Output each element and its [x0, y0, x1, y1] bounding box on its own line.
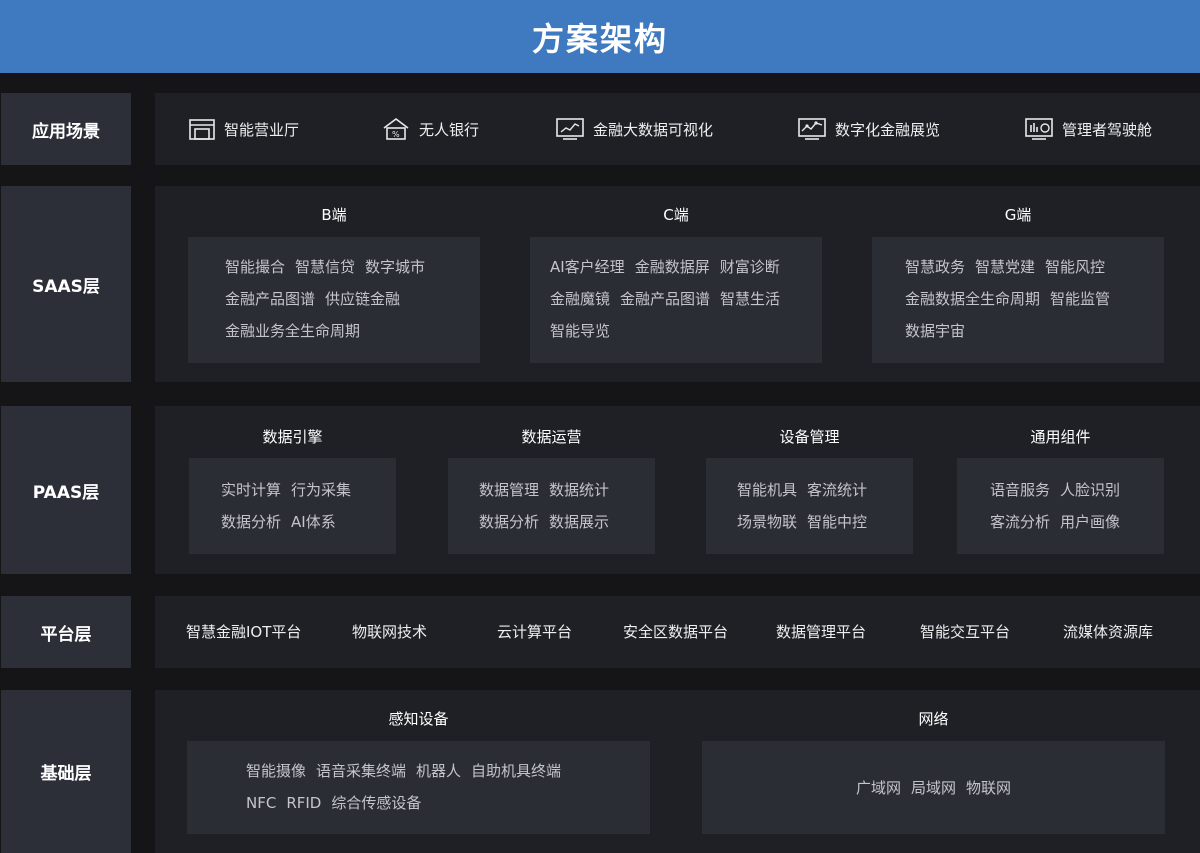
bank-house-icon: % [383, 118, 409, 140]
paas-group-title: 数据运营 [521, 428, 582, 446]
base-item[interactable]: 广域网 [856, 779, 901, 797]
paas-item[interactable]: 数据分析 [221, 513, 281, 531]
saas-b-item[interactable]: 智慧信贷 [295, 258, 355, 276]
platform-item[interactable]: 流媒体资源库 [1063, 596, 1153, 668]
page-header: 方案架构 [0, 0, 1200, 73]
paas-group-title: 数据引擎 [262, 428, 323, 446]
base-panel: 感知设备 智能摄像 语音采集终端 机器人 自助机具终端 NFC RFID 综合传感设备 网… [155, 690, 1200, 853]
paas-item[interactable]: 客流统计 [807, 481, 867, 499]
saas-c-item[interactable]: 财富诊断 [720, 258, 780, 276]
layer-label-app: 应用场景 [1, 93, 131, 165]
paas-item[interactable]: 用户画像 [1060, 513, 1120, 531]
paas-item[interactable]: 数据统计 [549, 481, 609, 499]
saas-c-item[interactable]: 智慧生活 [720, 290, 780, 308]
saas-group-title: G端 [1004, 206, 1032, 224]
dashboard-icon [1025, 118, 1053, 140]
platform-item[interactable]: 智慧金融IOT平台 [186, 596, 301, 668]
base-item[interactable]: 物联网 [966, 779, 1011, 797]
screen-graph-icon [798, 118, 826, 140]
paas-item[interactable]: 场景物联 [737, 513, 797, 531]
platform-panel: 智慧金融IOT平台 物联网技术 云计算平台 安全区数据平台 数据管理平台 智能交… [155, 596, 1200, 668]
storefront-icon [189, 119, 215, 140]
base-item[interactable]: 自助机具终端 [471, 762, 561, 780]
base-item[interactable]: 语音采集终端 [316, 762, 406, 780]
platform-item[interactable]: 云计算平台 [497, 596, 572, 668]
saas-b-item[interactable]: 智能撮合 [225, 258, 285, 276]
app-item-cockpit[interactable]: 管理者驾驶舱 [1024, 93, 1152, 165]
app-item-label: 智能营业厅 [224, 120, 300, 139]
saas-b-item[interactable]: 数字城市 [365, 258, 425, 276]
layer-label-saas: SAAS层 [1, 186, 131, 382]
saas-b-item[interactable]: 金融业务全生命周期 [225, 322, 360, 340]
saas-c-item[interactable]: 金融数据屏 [635, 258, 710, 276]
platform-item[interactable]: 安全区数据平台 [623, 596, 728, 668]
base-group-title: 感知设备 [388, 710, 449, 728]
saas-g-item[interactable]: 智慧党建 [975, 258, 1035, 276]
paas-group-box-ops: 数据管理 数据统计 数据分析 数据展示 [448, 458, 655, 554]
paas-item[interactable]: 数据展示 [549, 513, 609, 531]
saas-c-item[interactable]: 金融产品图谱 [620, 290, 710, 308]
base-group-title: 网络 [918, 710, 949, 728]
saas-g-item[interactable]: 数据宇宙 [905, 322, 965, 340]
saas-g-item[interactable]: 智能风控 [1045, 258, 1105, 276]
base-item[interactable]: NFC [246, 794, 276, 812]
saas-c-item[interactable]: 金融魔镜 [550, 290, 610, 308]
platform-item[interactable]: 智能交互平台 [920, 596, 1010, 668]
svg-text:%: % [392, 130, 400, 139]
saas-b-item[interactable]: 金融产品图谱 [225, 290, 315, 308]
app-item-label: 管理者驾驶舱 [1062, 120, 1153, 139]
paas-item[interactable]: 行为采集 [291, 481, 351, 499]
platform-item[interactable]: 数据管理平台 [776, 596, 866, 668]
app-item-bigdata-viz[interactable]: 金融大数据可视化 [555, 93, 713, 165]
saas-g-item[interactable]: 智能监管 [1050, 290, 1110, 308]
app-item-label: 数字化金融展览 [835, 120, 941, 139]
saas-g-item[interactable]: 金融数据全生命周期 [905, 290, 1040, 308]
base-group-box-sensing: 智能摄像 语音采集终端 机器人 自助机具终端 NFC RFID 综合传感设备 [187, 741, 650, 834]
base-item[interactable]: 机器人 [416, 762, 461, 780]
saas-group-box-g: 智慧政务 智慧党建 智能风控 金融数据全生命周期 智能监管 数据宇宙 [872, 237, 1164, 363]
chart-monitor-icon [556, 118, 584, 140]
saas-b-item[interactable]: 供应链金融 [325, 290, 400, 308]
page-title: 方案架构 [531, 19, 668, 58]
paas-group-box-device: 智能机具 客流统计 场景物联 智能中控 [706, 458, 913, 554]
saas-group-title: C端 [663, 206, 689, 224]
paas-item[interactable]: 人脸识别 [1060, 481, 1120, 499]
layer-label-platform: 平台层 [1, 596, 131, 668]
app-item-digital-exhibit[interactable]: 数字化金融展览 [797, 93, 940, 165]
paas-item[interactable]: 智能机具 [737, 481, 797, 499]
paas-item[interactable]: 语音服务 [990, 481, 1050, 499]
app-item-label: 无人银行 [419, 120, 480, 139]
paas-item[interactable]: 客流分析 [990, 513, 1050, 531]
paas-group-box-components: 语音服务 人脸识别 客流分析 用户画像 [957, 458, 1164, 554]
saas-c-item[interactable]: AI客户经理 [550, 258, 625, 276]
paas-group-title: 通用组件 [1030, 428, 1091, 446]
paas-item[interactable]: 数据管理 [479, 481, 539, 499]
paas-item[interactable]: 数据分析 [479, 513, 539, 531]
app-item-unmanned-bank[interactable]: % 无人银行 [381, 93, 479, 165]
paas-group-box-engine: 实时计算 行为采集 数据分析 AI体系 [189, 458, 396, 554]
base-item[interactable]: 智能摄像 [246, 762, 306, 780]
app-item-smart-hall[interactable]: 智能营业厅 [188, 93, 299, 165]
saas-panel: B端 智能撮合 智慧信贷 数字城市 金融产品图谱 供应链金融 金融业务全生命周期 C端… [155, 186, 1200, 382]
paas-panel: 数据引擎 实时计算 行为采集 数据分析 AI体系 数据运营 数据管理 数据统计 数据分… [155, 406, 1200, 574]
paas-item[interactable]: 实时计算 [221, 481, 281, 499]
paas-item[interactable]: 智能中控 [807, 513, 867, 531]
base-item[interactable]: 局域网 [911, 779, 956, 797]
base-item[interactable]: 综合传感设备 [331, 794, 421, 812]
app-item-label: 金融大数据可视化 [593, 120, 714, 139]
app-panel: 智能营业厅 % 无人银行 金融大数据可视化 数字化金融展览 管理者驾驶舱 [155, 93, 1200, 165]
base-item[interactable]: RFID [286, 794, 321, 812]
paas-group-title: 设备管理 [779, 428, 840, 446]
saas-g-item[interactable]: 智慧政务 [905, 258, 965, 276]
platform-item[interactable]: 物联网技术 [352, 596, 427, 668]
saas-group-title: B端 [321, 206, 347, 224]
layer-label-base: 基础层 [1, 690, 131, 853]
layer-label-paas: PAAS层 [1, 406, 131, 574]
paas-item[interactable]: AI体系 [291, 513, 336, 531]
saas-group-box-c: AI客户经理 金融数据屏 财富诊断 金融魔镜 金融产品图谱 智慧生活 智能导览 [530, 237, 822, 363]
saas-c-item[interactable]: 智能导览 [550, 322, 610, 340]
saas-group-box-b: 智能撮合 智慧信贷 数字城市 金融产品图谱 供应链金融 金融业务全生命周期 [188, 237, 480, 363]
base-group-box-network: 广域网 局域网 物联网 [702, 741, 1165, 834]
